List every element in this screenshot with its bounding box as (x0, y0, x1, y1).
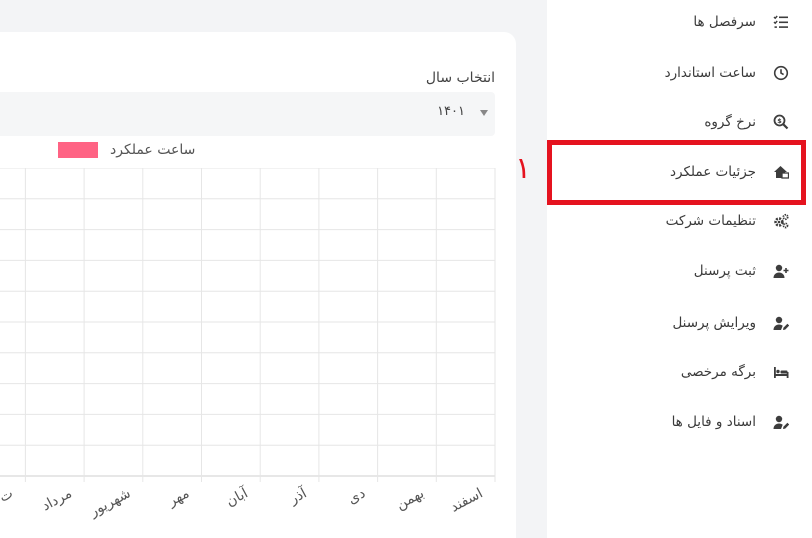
x-axis-labels: اسفند بهمن دی آذر آبان مهر شهریور مرداد ت (0, 484, 486, 521)
sidebar-item-label: ساعت استاندارد (664, 65, 756, 81)
x-tick-label: آذر (286, 484, 311, 508)
x-tick-label: دی (345, 485, 368, 507)
sidebar-item-standard-hours[interactable]: ساعت استاندارد (569, 59, 790, 87)
annotation-marker: ۱ (515, 151, 532, 186)
sidebar-item-company-settings[interactable]: تنظیمات شرکت (569, 207, 790, 235)
sidebar-item-headings[interactable]: سرفصل ها (569, 8, 790, 36)
chart-legend[interactable]: ساعت عملکرد (58, 142, 195, 158)
sidebar-item-label: ویرایش پرسنل (672, 315, 756, 331)
x-tick-label: بهمن (394, 485, 427, 513)
user-plus-icon (772, 262, 790, 280)
user-edit-icon (772, 314, 790, 332)
year-select-label: انتخاب سال (425, 70, 495, 86)
legend-label: ساعت عملکرد (110, 142, 196, 158)
dollar-search-icon: $ (772, 113, 790, 131)
sidebar-item-label: برگه مرخصی (680, 364, 756, 380)
year-select-value: ۱۴۰۱ (437, 104, 465, 119)
sidebar-item-label: نرخ گروه (704, 114, 756, 130)
sidebar-item-label: اسناد و فایل ها (671, 414, 756, 430)
sidebar-item-edit-personnel[interactable]: ویرایش پرسنل (569, 309, 790, 337)
sidebar-item-documents-files[interactable]: اسناد و فایل ها (569, 408, 790, 436)
highlight-box (547, 140, 806, 205)
legend-swatch (58, 142, 98, 158)
clock-icon (772, 64, 790, 82)
x-tick-label: ت (0, 485, 16, 505)
sidebar: سرفصل ها ساعت استاندارد $ نرخ گروه جزئیا… (547, 0, 812, 538)
tasks-list-icon (772, 13, 790, 31)
bed-icon (772, 363, 790, 381)
chart-grid (0, 168, 496, 482)
x-tick-label: اسفند (448, 485, 486, 515)
chart-card: انتخاب سال ۱۴۰۱ ساعت عملکرد اسفند بهمن دی آ… (0, 32, 516, 538)
sidebar-item-label: تنظیمات شرکت (665, 213, 756, 229)
x-tick-label: آبان (223, 484, 252, 510)
x-tick-label: مرداد (39, 485, 74, 514)
performance-chart: اسفند بهمن دی آذر آبان مهر شهریور مرداد ت (0, 168, 496, 521)
chevron-down-icon (480, 110, 488, 116)
sidebar-item-register-personnel[interactable]: ثبت پرسنل (569, 257, 790, 285)
user-edit-icon (772, 413, 790, 431)
sidebar-item-leave-form[interactable]: برگه مرخصی (569, 358, 790, 386)
x-tick-label: شهریور (86, 485, 133, 520)
year-select[interactable]: ۱۴۰۱ (0, 92, 495, 136)
x-tick-label: مهر (164, 485, 192, 510)
gears-icon (772, 212, 790, 230)
sidebar-item-label: ثبت پرسنل (693, 263, 756, 279)
sidebar-item-label: سرفصل ها (693, 14, 756, 30)
sidebar-item-group-rate[interactable]: $ نرخ گروه (569, 108, 790, 136)
svg-text:$: $ (777, 117, 782, 125)
